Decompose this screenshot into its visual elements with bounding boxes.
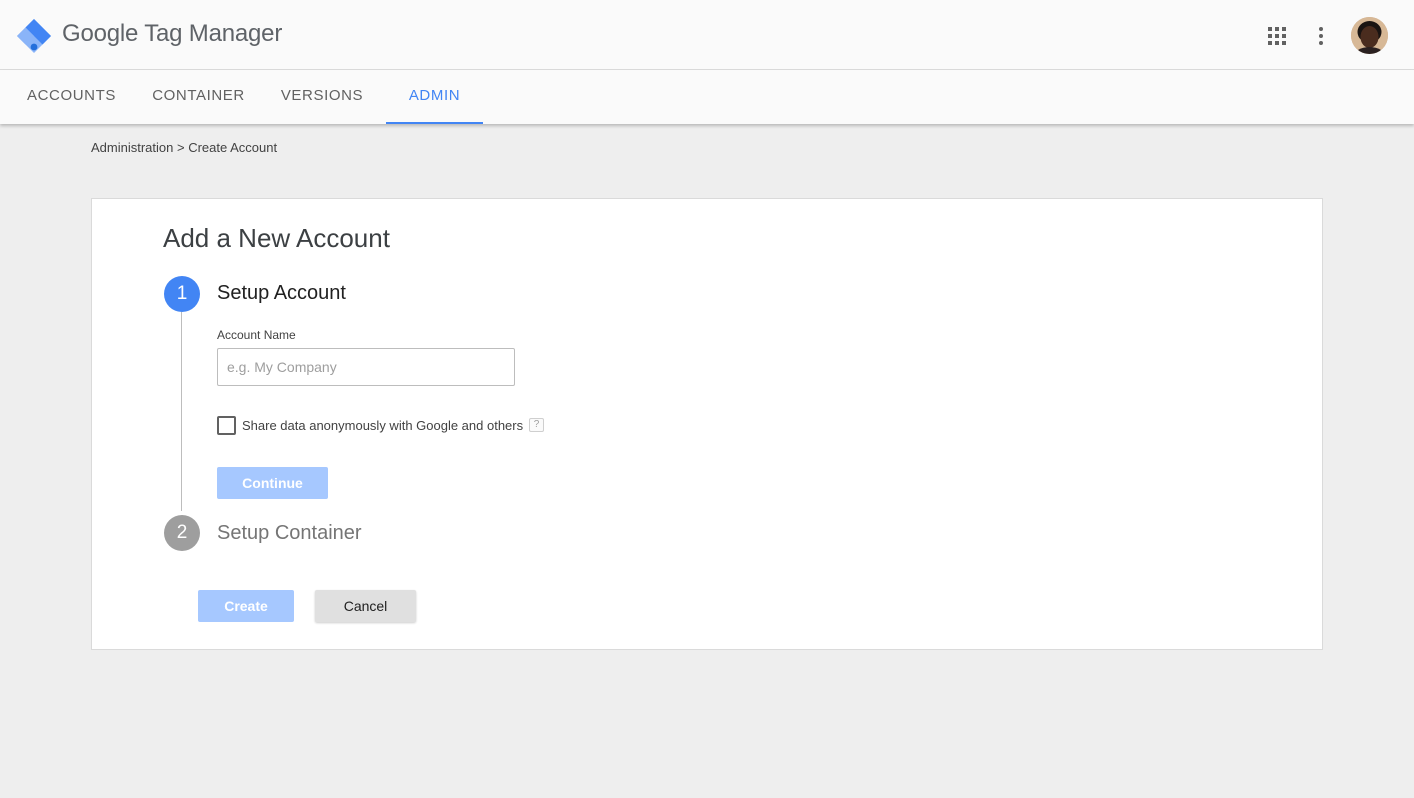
continue-button[interactable]: Continue <box>217 467 328 499</box>
tab-accounts[interactable]: ACCOUNTS <box>18 70 125 124</box>
app-bar: Google Tag Manager <box>0 0 1414 70</box>
tab-versions[interactable]: VERSIONS <box>272 70 372 124</box>
step-1-title: Setup Account <box>217 282 346 304</box>
avatar[interactable] <box>1351 17 1388 54</box>
nav-tabs: ACCOUNTS CONTAINER VERSIONS ADMIN <box>0 70 1414 124</box>
breadcrumb-separator: > <box>177 140 185 155</box>
share-data-checkbox[interactable] <box>217 416 236 435</box>
tag-manager-logo-icon[interactable] <box>17 19 51 53</box>
create-button[interactable]: Create <box>198 590 294 622</box>
step-2-title[interactable]: Setup Container <box>217 522 362 545</box>
create-account-card: Add a New Account 1 Setup Account Accoun… <box>91 198 1323 650</box>
app-title: Google Tag Manager <box>62 20 283 47</box>
help-icon[interactable]: ? <box>529 418 544 432</box>
avatar-image <box>1351 17 1388 54</box>
step-2-badge: 2 <box>164 515 200 551</box>
tab-container[interactable]: CONTAINER <box>142 70 255 124</box>
account-name-label: Account Name <box>217 328 296 342</box>
breadcrumb: Administration > Create Account <box>91 140 277 155</box>
breadcrumb-current: Create Account <box>188 140 278 155</box>
account-name-input[interactable] <box>217 348 515 386</box>
more-vert-icon[interactable] <box>1311 25 1331 47</box>
step-connector-line <box>181 312 182 511</box>
tab-admin[interactable]: ADMIN <box>386 70 483 124</box>
page-title: Add a New Account <box>163 223 390 253</box>
share-data-label[interactable]: Share data anonymously with Google and o… <box>242 418 523 433</box>
cancel-button[interactable]: Cancel <box>315 590 416 622</box>
step-1-badge: 1 <box>164 276 200 312</box>
breadcrumb-link-administration[interactable]: Administration <box>91 140 173 155</box>
apps-grid-icon[interactable] <box>1267 26 1287 46</box>
